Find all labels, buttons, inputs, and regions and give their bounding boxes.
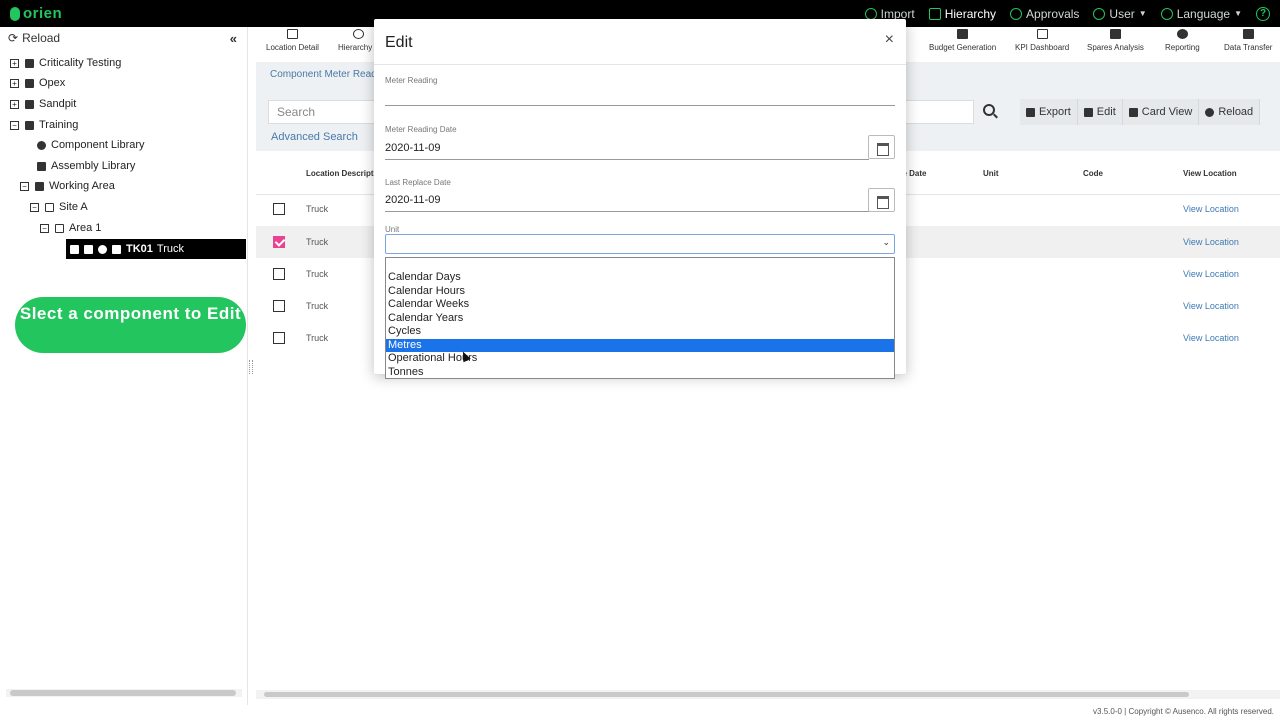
unit-option[interactable]: Cycles bbox=[386, 325, 894, 338]
last-replace-date-field: Last Replace Date 2020-11-09 bbox=[385, 178, 895, 216]
calendar-icon[interactable] bbox=[868, 188, 895, 212]
unit-option[interactable]: Calendar Hours bbox=[386, 285, 894, 298]
meter-reading-field: Meter Reading bbox=[385, 76, 895, 108]
meter-reading-input[interactable] bbox=[385, 82, 895, 106]
meter-reading-date-label: Meter Reading Date bbox=[385, 125, 457, 134]
dialog-header: Edit × bbox=[374, 19, 906, 65]
last-replace-date-input[interactable]: 2020-11-09 bbox=[385, 188, 869, 212]
meter-reading-date-field: Meter Reading Date 2020-11-09 bbox=[385, 125, 895, 163]
dialog-title: Edit bbox=[385, 34, 413, 51]
unit-field: Unit ⌄ bbox=[385, 225, 895, 257]
last-replace-date-label: Last Replace Date bbox=[385, 178, 451, 187]
unit-option[interactable]: Calendar Weeks bbox=[386, 298, 894, 311]
calendar-icon[interactable] bbox=[868, 135, 895, 159]
unit-option[interactable]: Calendar Years bbox=[386, 312, 894, 325]
unit-option[interactable]: Calendar Days bbox=[386, 271, 894, 284]
unit-label: Unit bbox=[385, 225, 400, 234]
chevron-down-icon: ⌄ bbox=[882, 237, 890, 247]
unit-dropdown-list: Calendar Days Calendar Hours Calendar We… bbox=[385, 257, 895, 379]
close-icon[interactable]: × bbox=[885, 31, 894, 49]
unit-option-highlighted[interactable]: Metres bbox=[386, 339, 894, 352]
unit-option[interactable]: Tonnes bbox=[386, 366, 894, 379]
meter-reading-date-input[interactable]: 2020-11-09 bbox=[385, 136, 869, 160]
unit-select[interactable]: ⌄ bbox=[385, 234, 895, 254]
